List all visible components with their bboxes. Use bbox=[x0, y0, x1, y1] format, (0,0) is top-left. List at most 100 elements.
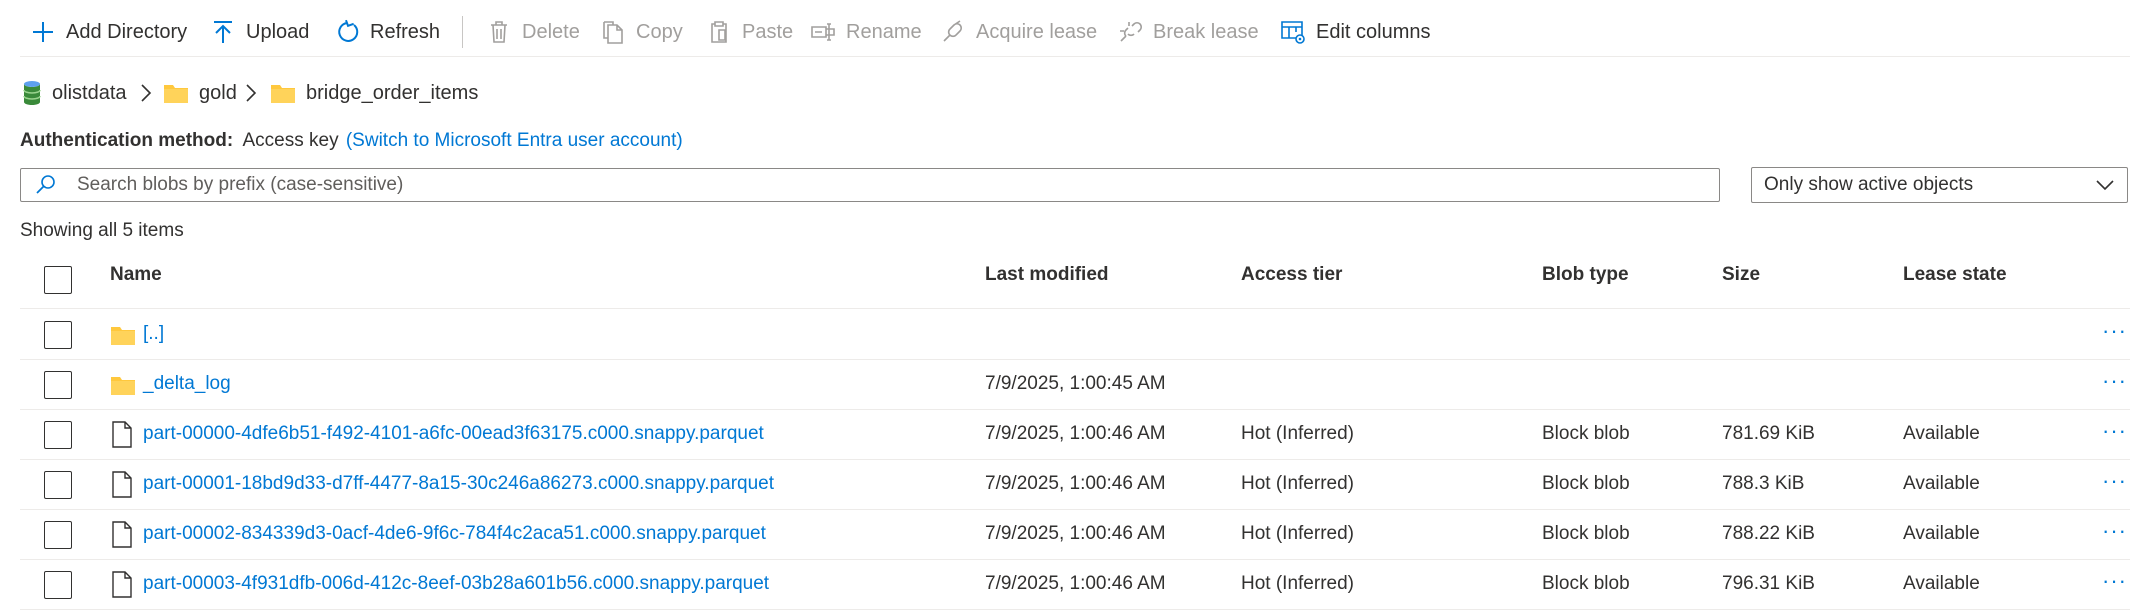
refresh-label: Refresh bbox=[370, 20, 441, 43]
table-row[interactable]: part-00001-18bd9d33-d7ff-4477-8a15-30c24… bbox=[20, 460, 2130, 510]
search-box[interactable] bbox=[20, 168, 1720, 202]
chevron-down-icon bbox=[2096, 180, 2114, 191]
table-row[interactable]: _delta_log 7/9/2025, 1:00:45 AM ··· bbox=[20, 360, 2130, 410]
search-input[interactable] bbox=[75, 173, 1629, 197]
edit-columns-icon bbox=[1281, 21, 1305, 44]
row-last-modified: 7/9/2025, 1:00:46 AM bbox=[985, 523, 1166, 544]
row-lease-state: Available bbox=[1903, 423, 1980, 444]
breadcrumb-folder-current-label: bridge_order_items bbox=[306, 81, 479, 104]
row-access-tier: Hot (Inferred) bbox=[1241, 573, 1354, 594]
row-name-link[interactable]: part-00000-4dfe6b51-f492-4101-a6fc-00ead… bbox=[143, 423, 764, 445]
breadcrumb-folder-gold-label: gold bbox=[199, 81, 237, 104]
row-checkbox[interactable] bbox=[44, 321, 72, 349]
row-more-actions[interactable]: ··· bbox=[2102, 568, 2127, 594]
break-lease-button[interactable]: Break lease bbox=[1117, 14, 1259, 50]
switch-auth-link[interactable]: (Switch to Microsoft Entra user account) bbox=[346, 130, 683, 151]
folder-icon bbox=[164, 85, 188, 103]
row-name-link[interactable]: part-00003-4f931dfb-006d-412c-8eef-03b28… bbox=[143, 573, 769, 595]
refresh-icon bbox=[338, 19, 359, 42]
item-count: Showing all 5 items bbox=[20, 220, 184, 241]
row-checkbox[interactable] bbox=[44, 471, 72, 499]
file-icon bbox=[112, 571, 132, 598]
row-name-link[interactable]: part-00002-834339d3-0acf-4de6-9f6c-784f4… bbox=[143, 523, 766, 545]
rename-button[interactable]: Rename bbox=[810, 14, 922, 50]
file-icon bbox=[112, 521, 132, 548]
row-size: 788.3 KiB bbox=[1722, 473, 1805, 494]
command-bar: Add Directory Upload Refresh Delete Copy… bbox=[0, 0, 2130, 56]
row-lease-state: Available bbox=[1903, 573, 1980, 594]
plus-icon bbox=[33, 22, 53, 42]
broken-link-icon bbox=[1120, 21, 1143, 42]
delete-button[interactable]: Delete bbox=[486, 14, 580, 50]
column-header-name[interactable]: Name bbox=[110, 264, 162, 286]
toolbar-separator bbox=[462, 16, 463, 48]
edit-columns-label: Edit columns bbox=[1316, 20, 1431, 43]
row-name-link[interactable]: part-00001-18bd9d33-d7ff-4477-8a15-30c24… bbox=[143, 473, 774, 495]
column-header-access-tier[interactable]: Access tier bbox=[1241, 264, 1342, 286]
file-icon bbox=[112, 421, 132, 448]
refresh-button[interactable]: Refresh bbox=[334, 14, 440, 50]
row-more-actions[interactable]: ··· bbox=[2102, 368, 2127, 394]
row-more-actions[interactable]: ··· bbox=[2102, 468, 2127, 494]
dropdown-selected: Only show active objects bbox=[1764, 174, 1974, 195]
table-row[interactable]: [..] ··· bbox=[20, 310, 2130, 360]
row-last-modified: 7/9/2025, 1:00:46 AM bbox=[985, 573, 1166, 594]
row-last-modified: 7/9/2025, 1:00:46 AM bbox=[985, 473, 1166, 494]
break-lease-label: Break lease bbox=[1153, 20, 1259, 43]
acquire-lease-button[interactable]: Acquire lease bbox=[940, 14, 1097, 50]
row-access-tier: Hot (Inferred) bbox=[1241, 423, 1354, 444]
row-lease-state: Available bbox=[1903, 473, 1980, 494]
breadcrumb-folder-current[interactable]: bridge_order_items bbox=[270, 78, 478, 108]
table-row[interactable]: part-00000-4dfe6b51-f492-4101-a6fc-00ead… bbox=[20, 410, 2130, 460]
folder-icon bbox=[111, 377, 135, 395]
row-lease-state: Available bbox=[1903, 523, 1980, 544]
add-directory-button[interactable]: Add Directory bbox=[30, 14, 187, 50]
paste-icon bbox=[711, 21, 727, 43]
upload-icon bbox=[214, 21, 232, 43]
table-row[interactable]: part-00003-4f931dfb-006d-412c-8eef-03b28… bbox=[20, 560, 2130, 610]
auth-method-value: Access key bbox=[242, 130, 339, 151]
paste-button[interactable]: Paste bbox=[706, 14, 793, 50]
row-checkbox[interactable] bbox=[44, 421, 72, 449]
auth-method: Authentication method: Access key (Switc… bbox=[20, 130, 683, 152]
add-directory-label: Add Directory bbox=[66, 20, 188, 43]
column-header-blob-type[interactable]: Blob type bbox=[1542, 264, 1629, 286]
rename-label: Rename bbox=[846, 20, 922, 43]
active-objects-dropdown[interactable]: Only show active objects bbox=[1751, 167, 2128, 203]
row-size: 781.69 KiB bbox=[1722, 423, 1815, 444]
search-icon bbox=[36, 175, 55, 194]
row-last-modified: 7/9/2025, 1:00:45 AM bbox=[985, 373, 1166, 394]
chevron-right-icon bbox=[246, 84, 257, 102]
auth-method-label: Authentication method: bbox=[20, 130, 234, 151]
edit-columns-button[interactable]: Edit columns bbox=[1280, 14, 1431, 50]
breadcrumb-account[interactable]: olistdata bbox=[22, 78, 127, 108]
column-header-size[interactable]: Size bbox=[1722, 264, 1760, 286]
delete-label: Delete bbox=[522, 20, 580, 43]
upload-button[interactable]: Upload bbox=[210, 14, 309, 50]
storage-account-icon bbox=[23, 81, 41, 105]
breadcrumb-folder-gold[interactable]: gold bbox=[163, 78, 237, 108]
row-last-modified: 7/9/2025, 1:00:46 AM bbox=[985, 423, 1166, 444]
file-icon bbox=[112, 471, 132, 498]
row-more-actions[interactable]: ··· bbox=[2102, 318, 2127, 344]
trash-icon bbox=[491, 21, 507, 43]
row-checkbox[interactable] bbox=[44, 571, 72, 599]
folder-icon bbox=[271, 85, 295, 103]
row-more-actions[interactable]: ··· bbox=[2102, 418, 2127, 444]
row-more-actions[interactable]: ··· bbox=[2102, 518, 2127, 544]
row-checkbox[interactable] bbox=[44, 521, 72, 549]
paste-label: Paste bbox=[742, 20, 794, 43]
column-header-lease-state[interactable]: Lease state bbox=[1903, 264, 2007, 286]
row-checkbox[interactable] bbox=[44, 371, 72, 399]
row-name-link[interactable]: [..] bbox=[143, 323, 164, 345]
select-all-checkbox[interactable] bbox=[44, 266, 72, 294]
chevron-right-icon bbox=[141, 84, 152, 102]
row-blob-type: Block blob bbox=[1542, 423, 1630, 444]
folder-icon bbox=[111, 327, 135, 345]
row-name-link[interactable]: _delta_log bbox=[143, 373, 231, 395]
upload-label: Upload bbox=[246, 20, 310, 43]
table-row[interactable]: part-00002-834339d3-0acf-4de6-9f6c-784f4… bbox=[20, 510, 2130, 560]
column-header-last-modified[interactable]: Last modified bbox=[985, 264, 1109, 286]
rename-icon bbox=[811, 23, 835, 41]
copy-button[interactable]: Copy bbox=[600, 14, 683, 50]
